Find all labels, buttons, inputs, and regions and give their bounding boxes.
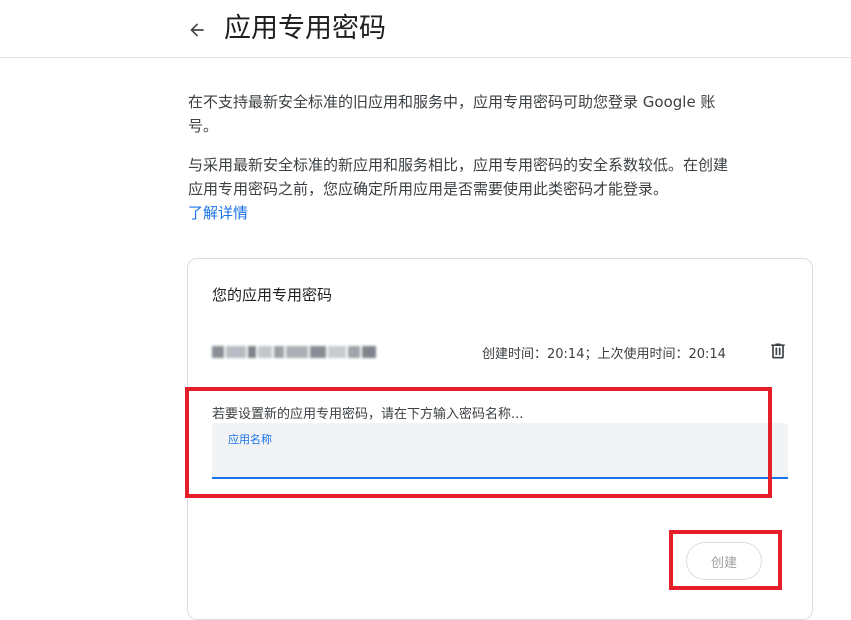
arrow-back-icon [190, 23, 204, 37]
back-button[interactable] [183, 16, 211, 44]
password-timestamps: 创建时间：20:14；上次使用时间：20:14 [482, 347, 726, 362]
card-title: 您的应用专用密码 [212, 286, 333, 304]
app-password-row: 创建时间：20:14；上次使用时间：20:14 [212, 335, 792, 369]
intro-paragraph-2: 与采用最新安全标准的新应用和服务相比，应用专用密码的安全系数较低。在创建应用专用… [188, 153, 738, 225]
new-password-prompt: 若要设置新的应用专用密码，请在下方输入密码名称... [212, 407, 524, 422]
password-name-redacted [212, 343, 384, 361]
trash-icon [771, 343, 785, 359]
intro-paragraph-2-text: 与采用最新安全标准的新应用和服务相比，应用专用密码的安全系数较低。在创建应用专用… [188, 156, 729, 198]
learn-more-link[interactable]: 了解详情 [188, 204, 248, 222]
app-passwords-card: 您的应用专用密码 创建时间：20:14；上次使用时间：20:14 若要设置新的应… [187, 258, 813, 620]
top-header: 应用专用密码 [0, 0, 851, 58]
app-name-input[interactable] [228, 449, 772, 473]
delete-password-button[interactable] [766, 339, 790, 363]
app-name-field[interactable]: 应用名称 [212, 423, 788, 479]
intro-paragraph-1: 在不支持最新安全标准的旧应用和服务中，应用专用密码可助您登录 Google 账号… [188, 93, 716, 135]
create-button[interactable]: 创建 [686, 542, 762, 580]
app-name-label: 应用名称 [228, 433, 272, 446]
page-title: 应用专用密码 [224, 13, 386, 44]
